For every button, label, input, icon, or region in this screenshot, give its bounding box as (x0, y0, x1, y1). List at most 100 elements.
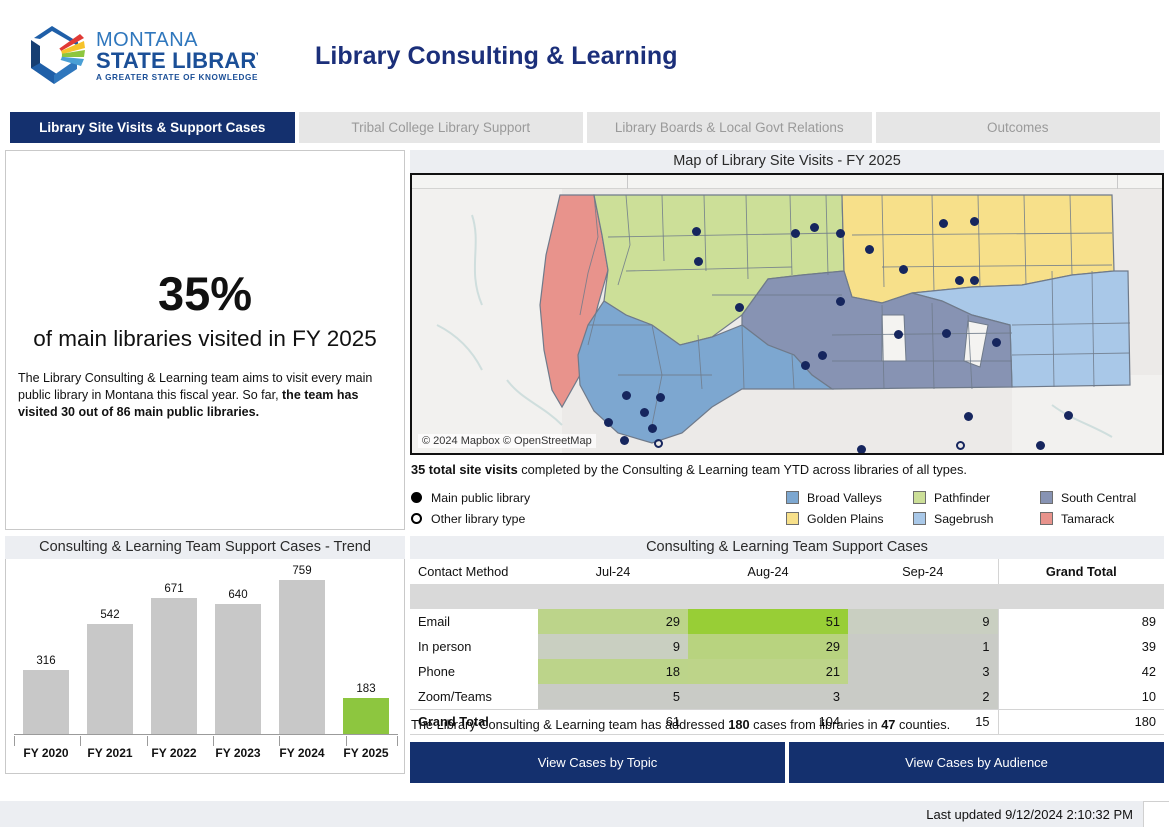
button-label: View Cases by Audience (905, 755, 1048, 770)
map-caption: 35 total site visits completed by the Co… (411, 462, 967, 477)
map-marker-main-library[interactable] (1064, 411, 1073, 420)
map-marker-main-library[interactable] (992, 338, 1001, 347)
column-header-jul-24[interactable]: Jul-24 (538, 559, 688, 584)
map-marker-main-library[interactable] (894, 330, 903, 339)
cases-note: The Library Consulting & Learning team h… (411, 717, 950, 732)
map-county-unassigned[interactable] (881, 314, 907, 362)
map-marker-main-library[interactable] (656, 393, 665, 402)
support-cases-table: Contact Method Jul-24 Aug-24 Sep-24 Gran… (410, 559, 1164, 734)
chart-bar[interactable] (86, 623, 134, 735)
map-marker-main-library[interactable] (640, 408, 649, 417)
region-legend: Broad Valleys Golden Plains Pathfinder S… (786, 487, 1167, 529)
tab-library-boards-local-govt-relations[interactable]: Library Boards & Local Govt Relations (587, 112, 872, 143)
legend-label: Golden Plains (807, 511, 884, 526)
map-marker-main-library[interactable] (622, 391, 631, 400)
color-swatch-icon (913, 512, 926, 525)
tab-bar: Library Site Visits & Support Cases Trib… (10, 112, 1160, 143)
map-marker-main-library[interactable] (942, 329, 951, 338)
table-row[interactable]: Email 29 51 9 89 (410, 609, 1164, 634)
tab-tribal-college-library-support[interactable]: Tribal College Library Support (298, 112, 583, 143)
map-marker-main-library[interactable] (694, 257, 703, 266)
chart-axis-tick (146, 736, 148, 746)
column-header-aug-24[interactable]: Aug-24 (688, 559, 848, 584)
chart-axis-tick (213, 736, 214, 746)
map-svg (412, 175, 1162, 453)
chart-bar[interactable] (150, 597, 198, 735)
map-marker-main-library[interactable] (818, 351, 827, 360)
map-marker-main-library[interactable] (939, 219, 948, 228)
chart-bar[interactable] (278, 579, 326, 735)
map-marker-main-library[interactable] (836, 297, 845, 306)
resize-handle[interactable] (1143, 801, 1169, 827)
map-marker-main-library[interactable] (648, 424, 657, 433)
button-label: View Cases by Topic (537, 755, 658, 770)
chart-x-label: FY 2022 (151, 746, 197, 760)
legend-item-other-library-type: Other library type (411, 508, 530, 529)
map-canvas[interactable]: © 2024 Mapbox © OpenStreetMap (410, 173, 1164, 455)
view-cases-by-audience-button[interactable]: View Cases by Audience (789, 742, 1164, 783)
map-marker-main-library[interactable] (908, 454, 917, 455)
map-marker-main-library[interactable] (692, 227, 701, 236)
table-row[interactable]: Zoom/Teams 5 3 2 10 (410, 684, 1164, 709)
chart-bar-rect (86, 623, 134, 735)
tab-library-site-visits-support-cases[interactable]: Library Site Visits & Support Cases (10, 112, 295, 143)
map-marker-main-library[interactable] (1036, 441, 1045, 450)
tab-label: Outcomes (986, 120, 1049, 135)
region-legend-column: Broad Valleys Golden Plains (786, 487, 913, 529)
map-marker-main-library[interactable] (970, 217, 979, 226)
map-marker-other-library[interactable] (654, 439, 663, 448)
cell-value: 5 (538, 684, 688, 709)
chart-bar-value-label: 183 (356, 682, 376, 695)
map-marker-other-library[interactable] (956, 441, 965, 450)
legend-item-pathfinder: Pathfinder (913, 487, 1040, 508)
column-header-sep-24[interactable]: Sep-24 (848, 559, 998, 584)
cell-value: 29 (688, 634, 848, 659)
last-updated-text: Last updated 9/12/2024 2:10:32 PM (926, 806, 1133, 822)
legend-label: South Central (1061, 490, 1137, 505)
chart-axis-tick (397, 736, 398, 746)
map-marker-main-library[interactable] (857, 445, 866, 453)
map-marker-main-library[interactable] (620, 436, 629, 445)
chart-bar[interactable] (342, 697, 390, 735)
legend-label: Other library type (431, 511, 526, 526)
chart-bar[interactable] (22, 670, 70, 735)
chart-x-label: FY 2025 (343, 746, 389, 760)
map-marker-main-library[interactable] (735, 303, 744, 312)
map-inner (412, 175, 1162, 453)
legend-item-main-public-library: Main public library (411, 487, 530, 508)
cases-note-text-1: The Library Consulting & Learning team h… (411, 717, 729, 732)
map-marker-main-library[interactable] (791, 229, 800, 238)
table-row[interactable]: In person 9 29 1 39 (410, 634, 1164, 659)
table-row[interactable]: Phone 18 21 3 42 (410, 659, 1164, 684)
map-marker-main-library[interactable] (604, 418, 613, 427)
map-marker-main-library[interactable] (964, 412, 973, 421)
legend-label: Broad Valleys (807, 490, 882, 505)
cell-value: 3 (848, 659, 998, 684)
map-marker-main-library[interactable] (865, 245, 874, 254)
chart-bar[interactable] (214, 603, 262, 735)
tab-label: Tribal College Library Support (351, 120, 531, 135)
action-button-row: View Cases by Topic View Cases by Audien… (410, 742, 1164, 783)
chart-bar-rect (278, 579, 326, 735)
column-header-contact-method[interactable]: Contact Method (410, 559, 538, 584)
dashboard-page: MONTANA STATE LIBRARY A GREATER STATE OF… (0, 0, 1169, 827)
table-body: Email 29 51 9 89 In person 9 29 1 39 Phone 18 21 3 42 Z… (410, 584, 1164, 734)
tab-outcomes[interactable]: Outcomes (875, 112, 1160, 143)
view-cases-by-topic-button[interactable]: View Cases by Topic (410, 742, 785, 783)
chart-bar-rect (214, 603, 262, 735)
map-marker-main-library[interactable] (801, 361, 810, 370)
cell-value: 21 (688, 659, 848, 684)
page-footer: Last updated 9/12/2024 2:10:32 PM (0, 801, 1169, 827)
chart-plot-area: 316 542 671 640 759 183 FY 2020 FY 2021 FY 2022… (5, 559, 405, 774)
map-marker-main-library[interactable] (810, 223, 819, 232)
row-grand-total: 39 (997, 634, 1164, 659)
map-marker-main-library[interactable] (836, 229, 845, 238)
color-swatch-icon (786, 491, 799, 504)
chart-bars: 316 542 671 640 759 183 (14, 565, 398, 735)
map-marker-main-library[interactable] (899, 265, 908, 274)
map-marker-main-library[interactable] (970, 276, 979, 285)
map-marker-main-library[interactable] (955, 276, 964, 285)
legend-item-broad-valleys: Broad Valleys (786, 487, 913, 508)
column-header-grand-total[interactable]: Grand Total (997, 559, 1164, 584)
legend-item-south-central: South Central (1040, 487, 1167, 508)
